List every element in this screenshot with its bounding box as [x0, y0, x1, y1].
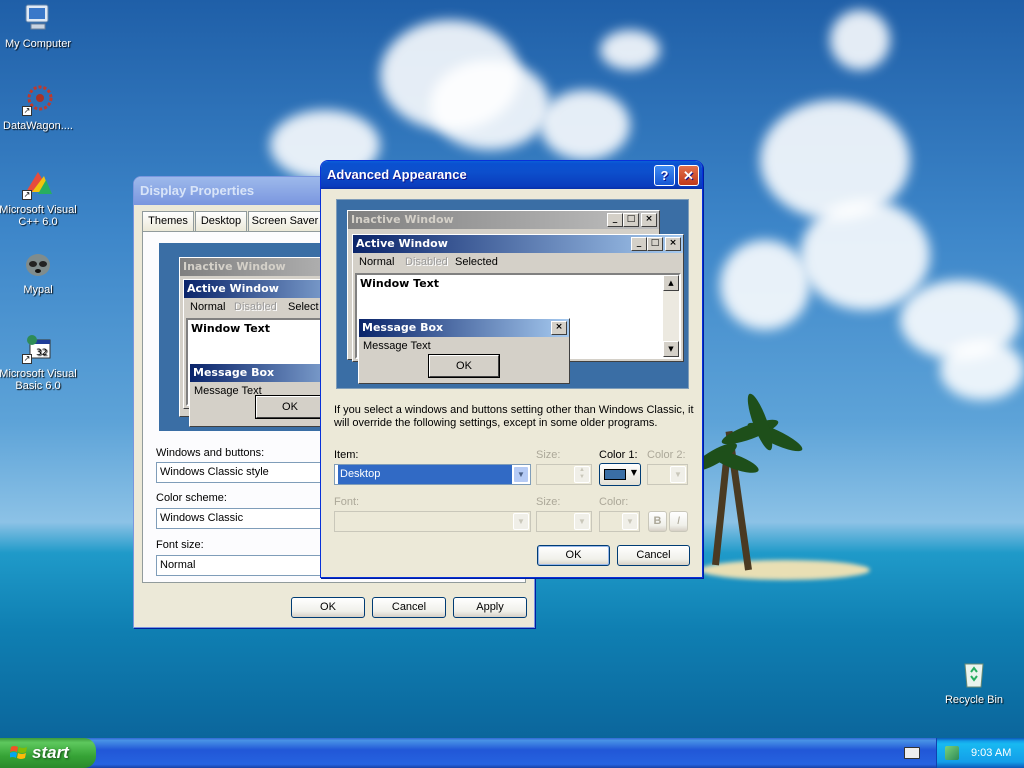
item-label: Item:: [334, 449, 359, 461]
adv-preview-message-box: Message Box × Message Text OK: [358, 318, 570, 384]
italic-button: I: [669, 511, 688, 532]
color2-picker: ▼: [647, 464, 688, 485]
preview-scrollbar: ▲ ▼: [663, 275, 679, 357]
preview-menu-disabled: Disabled: [234, 301, 277, 313]
window-title: Display Properties: [140, 183, 255, 198]
start-label: start: [32, 743, 69, 762]
dialog-title: Advanced Appearance: [327, 167, 467, 182]
desktop-icon-datawagon[interactable]: ↗ DataWagon....: [0, 84, 80, 132]
adv-preview-menu-normal: Normal: [359, 256, 395, 268]
windows-buttons-label: Windows and buttons:: [156, 447, 265, 459]
adv-preview-msgbox-title: Message Box ×: [359, 319, 569, 337]
desktop-icon-visual-basic[interactable]: 32 ↗ Microsoft Visual Basic 6.0: [0, 332, 80, 392]
shortcut-arrow-icon: ↗: [22, 106, 32, 116]
taskbar: start 9:03 AM: [0, 738, 1024, 768]
chevron-down-icon: ▼: [670, 466, 686, 483]
advanced-appearance-titlebar[interactable]: Advanced Appearance ? ✕: [321, 161, 702, 189]
adv-preview-ok-button: OK: [429, 355, 499, 377]
close-button[interactable]: ✕: [678, 165, 699, 186]
override-note: If you select a windows and buttons sett…: [334, 404, 694, 429]
start-button[interactable]: start: [0, 738, 96, 768]
keyboard-icon[interactable]: [904, 747, 920, 759]
display-apply-button[interactable]: Apply: [453, 597, 527, 618]
item-select[interactable]: Desktop ▼: [334, 464, 531, 485]
scroll-up-icon: ▲: [663, 275, 679, 291]
adv-preview-inactive-title: Inactive Window _ □ ×: [348, 211, 659, 229]
bold-icon: B: [653, 515, 662, 527]
font-size-label: Size:: [536, 496, 561, 508]
advanced-ok-button[interactable]: OK: [537, 545, 610, 566]
recycle-bin-icon: [958, 658, 990, 690]
color1-swatch: [604, 469, 626, 480]
desktop-icon-visual-cpp[interactable]: ↗ Microsoft Visual C++ 6.0: [0, 168, 80, 228]
font-color-label: Color:: [599, 496, 629, 508]
advanced-preview[interactable]: Inactive Window _ □ × Active Window _ □ × No…: [336, 199, 689, 389]
tab-screen-saver[interactable]: Screen Saver: [248, 211, 322, 231]
font-size-select: ▼: [536, 511, 592, 532]
system-tray: 9:03 AM: [936, 738, 1024, 768]
minimize-icon: _: [607, 213, 623, 227]
font-select: ▼: [334, 511, 531, 532]
chevron-down-icon: ▼: [622, 513, 638, 530]
chevron-down-icon: ▼: [630, 468, 637, 477]
font-label: Font:: [334, 496, 360, 508]
color1-picker[interactable]: ▼: [599, 463, 641, 486]
italic-icon: I: [676, 515, 681, 527]
tab-themes[interactable]: Themes: [142, 211, 194, 231]
font-color-picker: ▼: [599, 511, 640, 532]
adv-preview-menu-selected: Selected: [455, 256, 498, 268]
clock[interactable]: 9:03 AM: [971, 738, 1011, 768]
shortcut-arrow-icon: ↗: [22, 190, 32, 200]
network-icon[interactable]: [945, 746, 959, 760]
adv-preview-active-title: Active Window _ □ ×: [353, 235, 683, 253]
chevron-down-icon: ▼: [574, 513, 590, 530]
help-button[interactable]: ?: [654, 165, 675, 186]
color1-label: Color 1:: [599, 449, 638, 461]
shortcut-arrow-icon: ↗: [22, 354, 32, 364]
chevron-down-icon: ▼: [513, 466, 529, 483]
desktop-icon-recycle-bin[interactable]: Recycle Bin: [932, 658, 1016, 706]
scroll-down-icon: ▼: [663, 341, 679, 357]
display-ok-button[interactable]: OK: [291, 597, 365, 618]
preview-menu-selected: Select: [288, 301, 319, 313]
close-icon: ×: [665, 237, 681, 251]
display-cancel-button[interactable]: Cancel: [372, 597, 446, 618]
datawagon-icon: ↗: [22, 84, 54, 116]
preview-menu-normal: Normal: [190, 301, 226, 313]
adv-preview-msgbox-text: Message Text: [363, 340, 431, 352]
maximize-icon: □: [647, 237, 663, 251]
minimize-icon: _: [631, 237, 647, 251]
my-computer-icon: [22, 2, 54, 34]
desktop-icon-my-computer[interactable]: My Computer: [0, 2, 80, 50]
spinner-arrows-icon: ▲ ▼: [574, 466, 590, 483]
advanced-cancel-button[interactable]: Cancel: [617, 545, 690, 566]
advanced-appearance-dialog: Advanced Appearance ? ✕ Inactive Window …: [320, 160, 703, 578]
preview-ok-button: OK: [256, 396, 324, 418]
font-size-label: Font size:: [156, 539, 204, 551]
windows-logo-icon: [10, 746, 27, 759]
visual-basic-icon: 32 ↗: [22, 332, 54, 364]
mypal-icon: [22, 248, 54, 280]
desktop-icon-mypal[interactable]: Mypal: [0, 248, 80, 296]
tab-desktop[interactable]: Desktop: [195, 211, 247, 231]
color2-label: Color 2:: [647, 449, 686, 461]
close-icon: ✕: [683, 168, 694, 183]
adv-preview-menu-disabled: Disabled: [405, 256, 448, 268]
close-icon: ×: [551, 321, 567, 335]
chevron-down-icon: ▼: [513, 513, 529, 530]
svg-text:32: 32: [36, 348, 47, 358]
item-size-spinner: ▲ ▼: [536, 464, 592, 485]
visual-cpp-icon: ↗: [22, 168, 54, 200]
item-size-label: Size:: [536, 449, 561, 461]
help-icon: ?: [660, 168, 669, 183]
close-icon: ×: [641, 213, 657, 227]
color-scheme-label: Color scheme:: [156, 492, 227, 504]
maximize-icon: □: [623, 213, 639, 227]
bold-button: B: [648, 511, 667, 532]
